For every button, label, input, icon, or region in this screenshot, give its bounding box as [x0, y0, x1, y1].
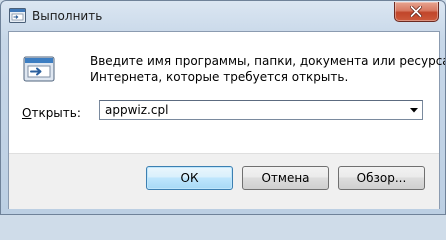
dropdown-button[interactable] — [405, 101, 422, 119]
cancel-button[interactable]: Отмена — [242, 166, 329, 190]
instruction-line-2: Интернета, которые требуется открыть. — [90, 70, 349, 84]
close-button[interactable] — [394, 2, 439, 22]
chevron-down-icon — [410, 108, 418, 113]
instruction-line-1: Введите имя программы, папки, документа … — [90, 54, 446, 68]
close-icon — [409, 5, 423, 18]
window-title: Выполнить — [32, 9, 103, 23]
dialog-body: Введите имя программы, папки, документа … — [8, 31, 446, 209]
run-program-icon — [23, 56, 55, 84]
title-bar[interactable]: Выполнить — [1, 1, 445, 31]
run-dialog-window: Выполнить Введите имя программы, папки, … — [0, 0, 446, 215]
ok-button[interactable]: ОК — [146, 166, 233, 190]
browse-button[interactable]: Обзор... — [338, 166, 425, 190]
open-combobox[interactable] — [99, 100, 423, 120]
button-bar: ОК Отмена Обзор... — [9, 153, 439, 209]
open-label: Открыть: — [22, 106, 81, 120]
open-input[interactable] — [100, 101, 405, 119]
run-dialog-icon — [9, 8, 26, 23]
open-label-text: ткрыть: — [31, 106, 81, 120]
instruction-text: Введите имя программы, папки, документа … — [90, 53, 446, 85]
